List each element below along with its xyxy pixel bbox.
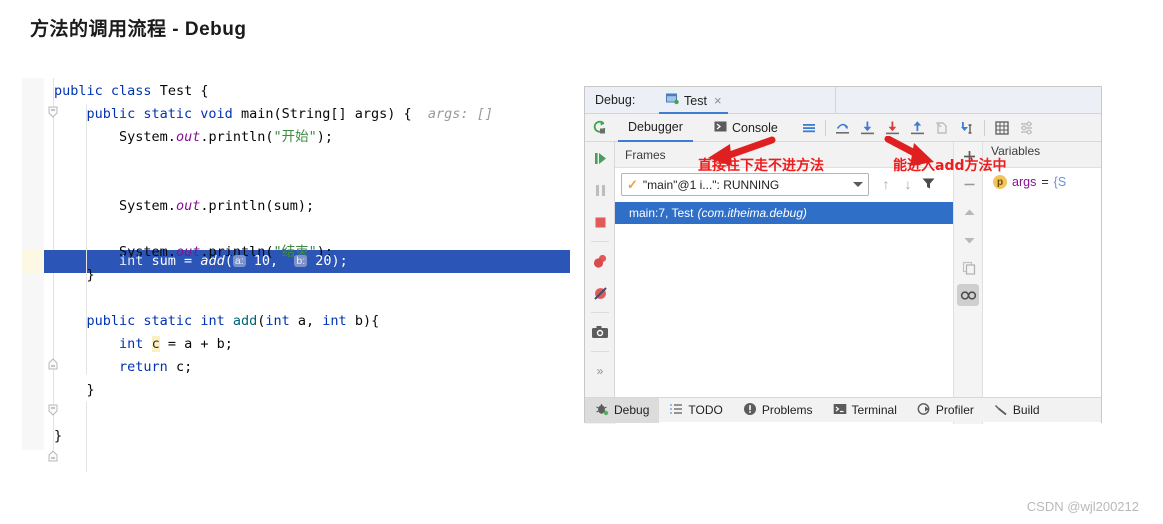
- annotation-arrow-right: [884, 136, 934, 166]
- toolbar-separator: [825, 120, 826, 136]
- snapshot-icon[interactable]: [585, 316, 615, 348]
- bottom-tab-profiler[interactable]: Profiler: [907, 398, 984, 423]
- todo-icon: [669, 402, 683, 419]
- executing-code-line: int sum = add(a: 10, b: 20);: [119, 253, 348, 269]
- highlighted-variable: c: [151, 336, 160, 352]
- chevron-down-icon[interactable]: [853, 182, 863, 187]
- step-over-icon[interactable]: [830, 114, 855, 142]
- bottom-tab-build-label: Build: [1012, 403, 1040, 417]
- annotation-arrow-left: [708, 136, 776, 166]
- fold-marker-icon[interactable]: [46, 403, 60, 417]
- variables-pane[interactable]: Variables p args = {S: [983, 142, 1101, 424]
- parameter-badge-icon: p: [993, 175, 1007, 189]
- frame-up-button[interactable]: ↑: [877, 176, 895, 192]
- param-hint-a: a:: [232, 255, 246, 267]
- debug-tool-window[interactable]: Debug: Test × Debugger Console » Frames …: [584, 86, 1102, 424]
- watches-toolbar[interactable]: [953, 142, 983, 424]
- move-up-icon[interactable]: [954, 198, 984, 226]
- page-title: 方法的调用流程 - Debug: [30, 19, 247, 40]
- code-editor[interactable]: public class Test { public static void m…: [22, 78, 570, 472]
- frames-title: Frames: [625, 148, 666, 162]
- evaluate-expression-icon[interactable]: [989, 114, 1014, 142]
- bottom-tab-todo[interactable]: TODO: [659, 398, 732, 423]
- bottom-tab-todo-label: TODO: [688, 403, 723, 417]
- bottom-tab-terminal[interactable]: Terminal: [823, 398, 907, 423]
- tab-debugger-label: Debugger: [628, 120, 683, 134]
- copy-icon: [954, 254, 984, 282]
- frame-down-button[interactable]: ↓: [899, 176, 917, 192]
- stack-frame-row[interactable]: main:7, Test (com.itheima.debug): [615, 202, 953, 224]
- mute-breakpoints-icon[interactable]: [585, 277, 615, 309]
- thread-running-icon: ✓: [627, 176, 638, 192]
- profiler-icon: [917, 402, 931, 419]
- bottom-tab-problems-label: Problems: [761, 403, 813, 417]
- param-hint-b: b:: [294, 255, 308, 267]
- expand-more-icon[interactable]: »: [585, 355, 615, 387]
- step-into-icon[interactable]: [855, 114, 880, 142]
- variable-value: {S: [1053, 175, 1067, 189]
- show-execution-point-icon[interactable]: [796, 114, 821, 142]
- run-configuration-tab[interactable]: Test ×: [659, 89, 728, 114]
- close-icon[interactable]: ×: [714, 93, 722, 108]
- executing-line-gutter-marker: [22, 250, 44, 273]
- terminal-icon: [833, 402, 847, 419]
- move-down-icon[interactable]: [954, 226, 984, 254]
- tab-debugger[interactable]: Debugger: [618, 114, 693, 142]
- debug-window-label: Debug:: [595, 93, 636, 107]
- stack-frame-package: (com.itheima.debug): [697, 206, 807, 220]
- resume-program-icon[interactable]: [585, 142, 615, 174]
- bottom-tool-tabs[interactable]: Debug TODO Problems Terminal Profiler Bu…: [585, 397, 1101, 423]
- bottom-tab-debug[interactable]: Debug: [585, 397, 660, 423]
- toolbar-separator: [984, 120, 985, 136]
- view-breakpoints-icon[interactable]: [585, 245, 615, 277]
- pause-program-icon: [585, 174, 615, 206]
- sidebar-separator: [590, 312, 609, 313]
- frames-pane[interactable]: Frames ✓ "main"@1 i...": RUNNING ↑ ↓ mai…: [615, 142, 953, 424]
- variable-name: args: [1012, 175, 1037, 189]
- build-icon: [994, 402, 1008, 419]
- thread-status-label: "main"@1 i...": RUNNING: [642, 177, 780, 192]
- run-config-name: Test: [684, 93, 707, 108]
- sidebar-separator: [590, 241, 609, 242]
- inlay-hint-args: args: []: [427, 106, 493, 122]
- bottom-tab-build[interactable]: Build: [984, 398, 1050, 423]
- code-text: public class Test { public static void m…: [54, 83, 493, 444]
- bottom-tab-terminal-label: Terminal: [851, 403, 897, 417]
- debug-titlebar: Debug: Test ×: [585, 87, 1101, 114]
- run-controls-sidebar[interactable]: »: [585, 142, 615, 424]
- variable-row[interactable]: p args = {S: [993, 175, 1066, 189]
- bottom-tab-debug-label: Debug: [614, 403, 650, 417]
- run-to-cursor-icon[interactable]: [955, 114, 980, 142]
- variable-equals: =: [1041, 175, 1049, 189]
- console-icon: [714, 120, 727, 136]
- debugger-toolbar[interactable]: Debugger Console: [585, 114, 1101, 142]
- watches-icon[interactable]: [957, 284, 979, 306]
- titlebar-divider: [835, 87, 836, 114]
- filter-icon[interactable]: [921, 176, 936, 194]
- settings-icon[interactable]: [1014, 114, 1039, 142]
- problems-icon: [743, 402, 757, 419]
- indent-guide: [86, 402, 87, 472]
- fold-marker-icon[interactable]: [46, 449, 60, 463]
- run-config-icon: [665, 92, 679, 109]
- bottom-tab-profiler-label: Profiler: [935, 403, 974, 417]
- stop-icon[interactable]: [585, 206, 615, 238]
- bottom-tab-problems[interactable]: Problems: [733, 398, 823, 423]
- thread-selector[interactable]: ✓ "main"@1 i...": RUNNING: [621, 173, 869, 196]
- sidebar-separator: [590, 351, 609, 352]
- stack-frame-location: main:7, Test: [629, 206, 694, 220]
- tab-console-label: Console: [732, 121, 778, 135]
- debug-icon: [595, 402, 609, 419]
- rerun-icon[interactable]: [591, 119, 608, 139]
- watermark: CSDN @wjl200212: [1026, 499, 1139, 514]
